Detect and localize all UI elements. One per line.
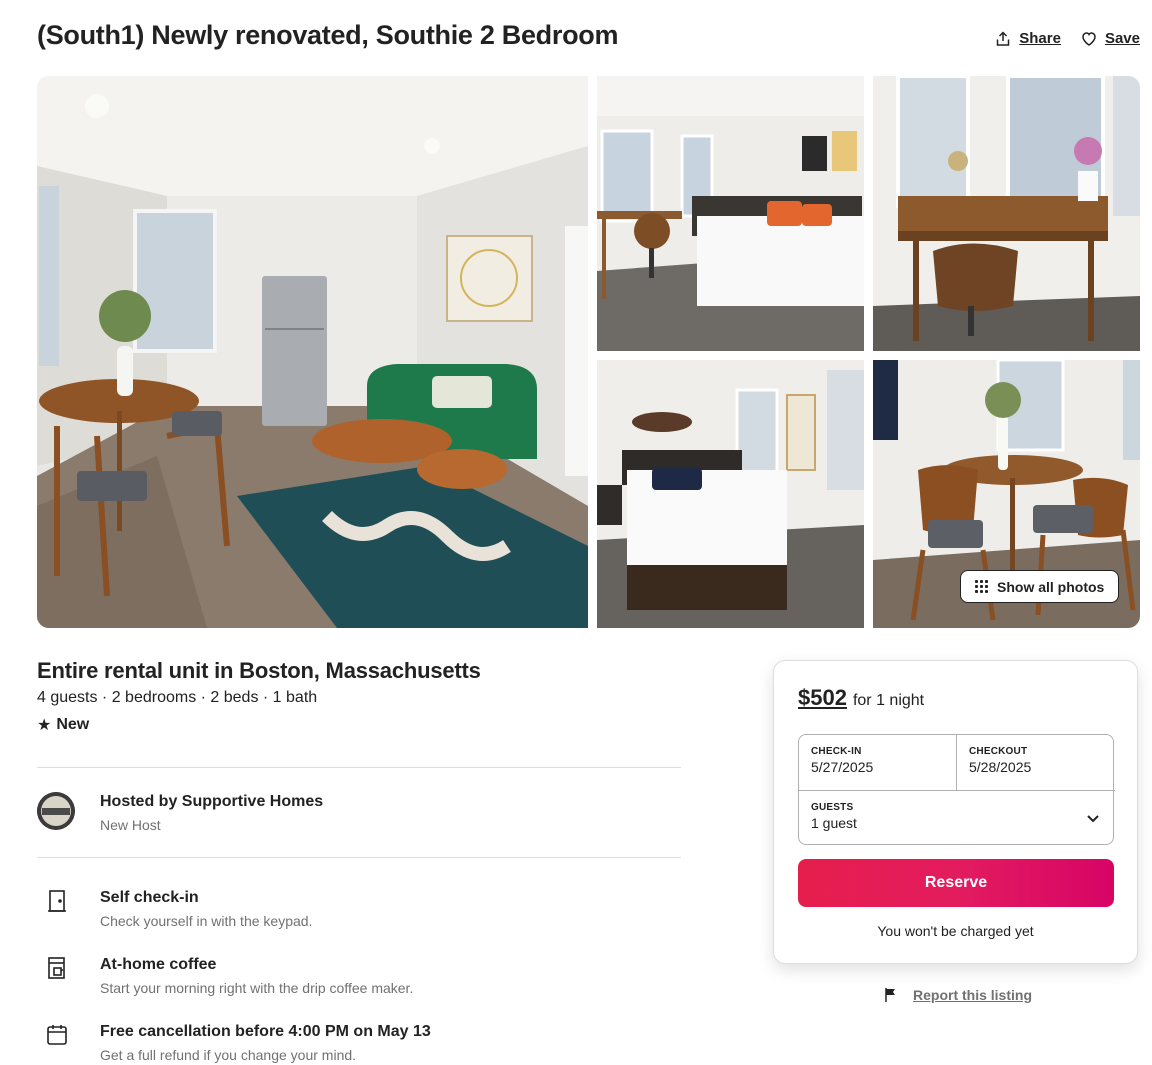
host-logo-image [37,792,75,830]
photo-bedroom-2[interactable] [597,360,864,628]
door-icon [48,890,66,912]
save-label: Save [1104,30,1140,47]
share-button[interactable]: Share [995,30,1061,47]
bedroom-image-1 [597,76,864,351]
divider [37,857,681,858]
listing-specs: 4 guests · 2 bedrooms · 2 beds · 1 bath [37,689,318,706]
rating: ★ New [37,715,89,735]
report-listing-label: Report this listing [913,987,1032,1003]
living-room-image [37,76,588,628]
guests-select[interactable]: GUESTS 1 guest [799,790,1115,846]
host-avatar[interactable] [37,792,75,830]
share-icon [997,30,1010,46]
rating-label: New [56,716,90,733]
price-row: $502 for 1 night [798,685,924,711]
photo-bedroom-1[interactable] [597,76,864,351]
feature-description: Start your morning right with the drip c… [100,980,414,996]
star-icon: ★ [37,717,52,734]
checkin-field[interactable]: CHECK-IN 5/27/2025 [799,735,957,790]
checkin-value: 5/27/2025 [811,759,874,775]
feature-title: Self check-in [100,889,199,906]
price-unit: for 1 night [852,692,925,709]
show-all-photos-label: Show all photos [997,578,1105,595]
checkin-label: CHECK-IN [811,746,862,757]
save-button[interactable]: Save [1081,30,1140,47]
feature-title: Free cancellation before 4:00 PM on May … [100,1023,431,1040]
nightly-price[interactable]: $502 [798,685,847,711]
listing-actions: Share Save [995,30,1140,47]
checkout-field[interactable]: CHECKOUT 5/28/2025 [957,735,1115,790]
listing-title: (South1) Newly renovated, Southie 2 Bedr… [37,20,619,50]
reserve-button[interactable]: Reserve [798,859,1114,907]
photo-living-room[interactable] [37,76,588,628]
guests-value: 1 guest [811,815,857,831]
host-name[interactable]: Hosted by Supportive Homes [100,793,323,811]
divider [37,767,681,768]
listing-subtitle: Entire rental unit in Boston, Massachuse… [37,658,481,683]
bedroom-image-2 [597,360,864,628]
photo-gallery [37,76,1140,628]
chevron-down-icon [1087,815,1099,823]
desk-image [873,76,1140,351]
guests-label: GUESTS [811,802,854,813]
dates-guests-box: CHECK-IN 5/27/2025 CHECKOUT 5/28/2025 GU… [798,734,1115,846]
flag-icon [885,988,895,1002]
feature-title: At-home coffee [100,956,217,973]
coffee-maker-icon [48,957,65,979]
share-label: Share [1019,30,1061,47]
no-charge-note: You won't be charged yet [877,923,1034,939]
heart-icon [1082,31,1096,46]
calendar-icon [47,1025,67,1045]
feature-description: Check yourself in with the keypad. [100,913,313,929]
checkout-value: 5/28/2025 [969,759,1032,775]
feature-description: Get a full refund if you change your min… [100,1047,357,1063]
photo-desk[interactable] [873,76,1140,351]
show-all-photos-button[interactable]: Show all photos [960,570,1120,603]
grid-icon [975,580,988,593]
report-listing-link[interactable]: Report this listing [883,987,1032,1003]
booking-card: $502 for 1 night CHECK-IN 5/27/2025 CHEC… [773,660,1138,964]
host-status: New Host [100,817,161,833]
checkout-label: CHECKOUT [969,746,1028,757]
